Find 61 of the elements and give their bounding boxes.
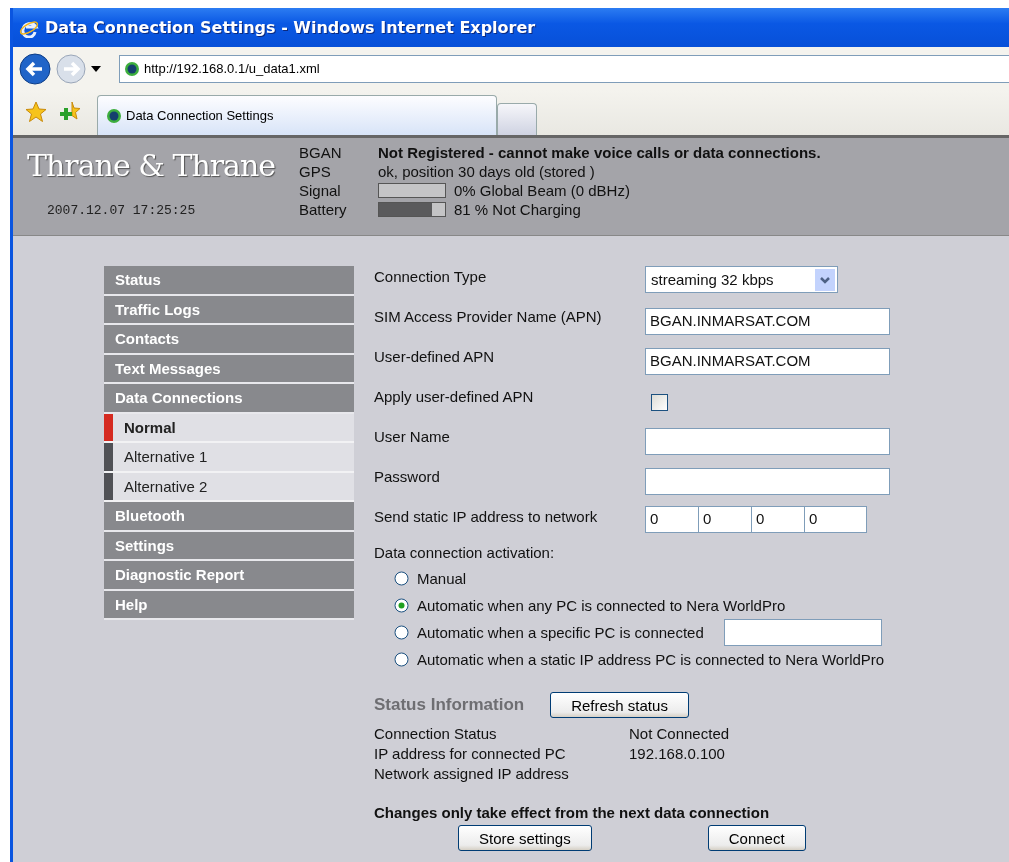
field-label: Connection Type (374, 268, 488, 285)
radio-label: Manual (417, 569, 467, 587)
note-text: Changes only take effect from the next data connection (374, 804, 771, 821)
info-label: Network assigned IP address (374, 764, 570, 784)
info-value: Not Connected (629, 724, 731, 744)
brand-logo: Thrane & Thrane (27, 148, 277, 183)
status-label: GPS (299, 163, 332, 180)
page-globe-icon (106, 107, 122, 124)
field-label: SIM Access Provider Name (APN) (374, 308, 603, 325)
status-value: ok, position 30 days old (stored ) (378, 163, 595, 180)
info-value: 192.168.0.100 (629, 744, 726, 764)
radio-label: Automatic when a static IP address PC is connected to Nera WorldPro (417, 650, 885, 668)
status-label: Signal (299, 182, 342, 199)
radio-label: Automatic when a specific PC is connected (417, 623, 704, 641)
info-label: Connection Status (374, 724, 498, 744)
text-field[interactable]: BGAN.INMARSAT.COM (645, 308, 890, 335)
text-field[interactable] (645, 468, 890, 495)
nav-subitem[interactable]: Alternative 2 (104, 472, 354, 502)
ip-octet-field[interactable]: 0 (804, 506, 867, 533)
section-title: Status Information (374, 695, 525, 715)
browser-tab[interactable]: Data Connection Settings (97, 95, 497, 135)
page-globe-icon (124, 60, 140, 77)
text-field[interactable] (645, 428, 890, 455)
status-label: Battery (299, 201, 348, 218)
nav-subitem[interactable]: Alternative 1 (104, 443, 354, 473)
field-label: Password (374, 468, 441, 485)
info-label: IP address for connected PC (374, 744, 567, 764)
ip-octet-field[interactable]: 0 (645, 506, 699, 533)
pc-field[interactable] (723, 618, 882, 646)
status-value: Not Registered - cannot make voice calls or data connections. (378, 144, 821, 161)
back-button[interactable] (19, 52, 51, 85)
status-value: 81 % Not Charging (454, 201, 581, 218)
status-value: 0% Global Beam (0 dBHz) (454, 182, 630, 199)
action-button[interactable]: Connect (707, 825, 806, 851)
field-label: User-defined APN (374, 348, 496, 365)
radio-button[interactable] (394, 651, 409, 667)
radio-button[interactable] (394, 570, 409, 586)
ip-octet-field[interactable]: 0 (698, 506, 752, 533)
field-label: Apply user-defined APN (374, 388, 535, 405)
radio-label: Automatic when any PC is connected to Nera WorldPro (417, 596, 786, 614)
ip-octet-field[interactable]: 0 (751, 506, 805, 533)
text-field[interactable]: BGAN.INMARSAT.COM (645, 348, 890, 375)
radio-button[interactable] (394, 624, 409, 640)
meter-bar (378, 202, 446, 217)
date-time: 2007.12.07 17:25:25 (47, 203, 197, 218)
refresh-button[interactable]: Refresh status (550, 692, 689, 718)
connection-type-dropdown[interactable]: streaming 32 kbps (645, 266, 838, 293)
action-button[interactable]: Store settings (458, 825, 592, 851)
add-favorite-icon[interactable] (59, 101, 81, 123)
nav-subitem[interactable]: Normal (104, 413, 354, 443)
dropdown-caret-icon (815, 268, 835, 291)
activation-label: Data connection activation: (374, 544, 556, 561)
field-label: Send static IP address to network (374, 508, 599, 525)
checkbox[interactable] (651, 394, 668, 411)
radio-button[interactable] (394, 597, 409, 613)
favorites-star-icon[interactable] (25, 101, 47, 123)
field-label: User Name (374, 428, 451, 445)
history-caret-icon[interactable] (91, 64, 101, 73)
address-field[interactable]: http://192.168.0.1/u_data1.xml (119, 54, 1009, 83)
status-label: BGAN (299, 144, 343, 161)
window-title: Data Connection Settings - Windows Internet Explorer (45, 18, 536, 37)
